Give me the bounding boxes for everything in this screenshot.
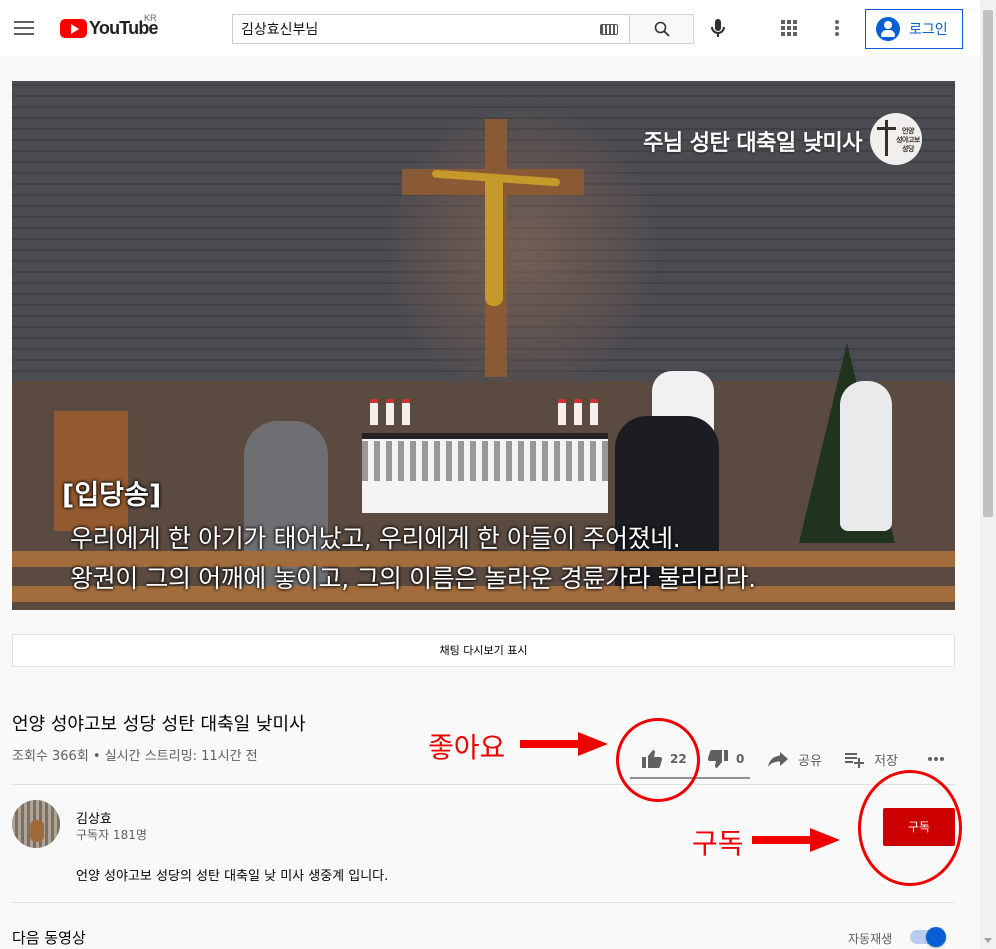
divider — [12, 784, 955, 785]
more-actions-button[interactable] — [924, 744, 948, 774]
statue-image — [840, 381, 892, 531]
up-next-heading: 다음 동영상 — [12, 929, 86, 947]
altar-cloth-image — [362, 441, 608, 481]
dislike-count: 0 — [736, 752, 745, 766]
autoplay-label: 자동재생 — [848, 932, 893, 946]
video-title: 언양 성야고보 성당 성탄 대축일 낮미사 — [12, 714, 306, 735]
video-overlay-title: 주님 성탄 대축일 낮미사 — [643, 131, 862, 156]
microphone-icon[interactable] — [706, 16, 730, 40]
channel-name[interactable]: 김상효 — [76, 808, 112, 827]
masthead: YouTube KR 로그인 — [0, 0, 980, 56]
show-chat-replay-button[interactable]: 채팅 다시보기 표시 — [12, 634, 955, 667]
youtube-logo[interactable]: YouTube KR — [60, 13, 159, 39]
apps-grid-icon[interactable] — [777, 16, 801, 40]
hamburger-menu-icon[interactable] — [12, 16, 36, 40]
login-button[interactable]: 로그인 — [865, 9, 963, 49]
page-scrollbar[interactable] — [980, 0, 996, 949]
autoplay-toggle-knob[interactable] — [926, 927, 946, 947]
search-button[interactable] — [629, 14, 694, 44]
share-label: 공유 — [798, 753, 822, 769]
account-icon — [876, 17, 900, 41]
video-description: 언양 성야고보 성당의 성탄 대축일 낮 미사 생중계 입니다. — [76, 869, 389, 884]
dislike-button[interactable]: 0 — [706, 744, 744, 774]
thumbs-down-icon — [707, 750, 728, 768]
scrollbar-thumb[interactable] — [983, 10, 993, 517]
caption-line-1: 우리에게 한 아기가 태어났고, 우리에게 한 아들이 주어졌네. — [70, 524, 681, 553]
keyboard-icon[interactable] — [600, 24, 618, 35]
share-button[interactable]: 공유 — [766, 744, 822, 774]
video-player[interactable]: 주님 성탄 대축일 낮미사 언양 성야고보 성당 [입당송] 우리에게 한 아기… — [12, 81, 955, 610]
corpus-body-image — [485, 176, 503, 306]
channel-subscriber-count: 구독자 181명 — [76, 828, 147, 842]
more-horizontal-icon — [928, 757, 944, 761]
scroll-down-arrow-icon[interactable] — [984, 938, 992, 943]
video-view-meta: 조회수 366회 • 실시간 스트리밍: 11시간 전 — [12, 749, 258, 764]
candle-image — [558, 399, 566, 425]
channel-avatar[interactable] — [12, 800, 60, 848]
candle-image — [370, 399, 378, 425]
annotation-like-note: 좋아요 — [428, 731, 506, 764]
annotation-arrow-icon — [520, 732, 608, 756]
save-label: 저장 — [874, 753, 898, 769]
login-label: 로그인 — [909, 22, 948, 38]
playlist-add-icon — [845, 753, 864, 768]
candle-image — [402, 399, 410, 425]
annotation-subscribe-note: 구독 — [692, 827, 744, 860]
candle-image — [386, 399, 394, 425]
candle-image — [590, 399, 598, 425]
annotation-circle-like — [616, 718, 700, 802]
more-vertical-icon[interactable] — [825, 16, 849, 40]
save-button[interactable]: 저장 — [842, 744, 898, 774]
caption-line-2: 왕권이 그의 어깨에 놓이고, 그의 이름은 놀라운 경륜가라 불리리라. — [70, 564, 756, 593]
parish-logo: 언양 성야고보 성당 — [870, 113, 922, 165]
search-input[interactable] — [233, 15, 583, 43]
play-logo-icon — [60, 18, 87, 38]
autoplay-toggle[interactable] — [910, 927, 946, 947]
logo-cross-bar — [877, 127, 896, 130]
divider — [12, 902, 955, 903]
parish-logo-text: 언양 성야고보 성당 — [896, 128, 920, 153]
search-icon — [654, 21, 670, 37]
lectern-image — [54, 411, 128, 531]
annotation-arrow-icon — [752, 828, 840, 852]
caption-section-label: [입당송] — [62, 480, 162, 511]
share-icon — [768, 752, 788, 767]
logo-cross-icon — [885, 120, 888, 156]
candle-image — [574, 399, 582, 425]
annotation-circle-subscribe — [858, 770, 962, 886]
video-frame-halo — [382, 101, 662, 401]
avatar-figure — [30, 820, 44, 842]
search-box — [232, 14, 630, 44]
logo-region: KR — [144, 13, 157, 23]
